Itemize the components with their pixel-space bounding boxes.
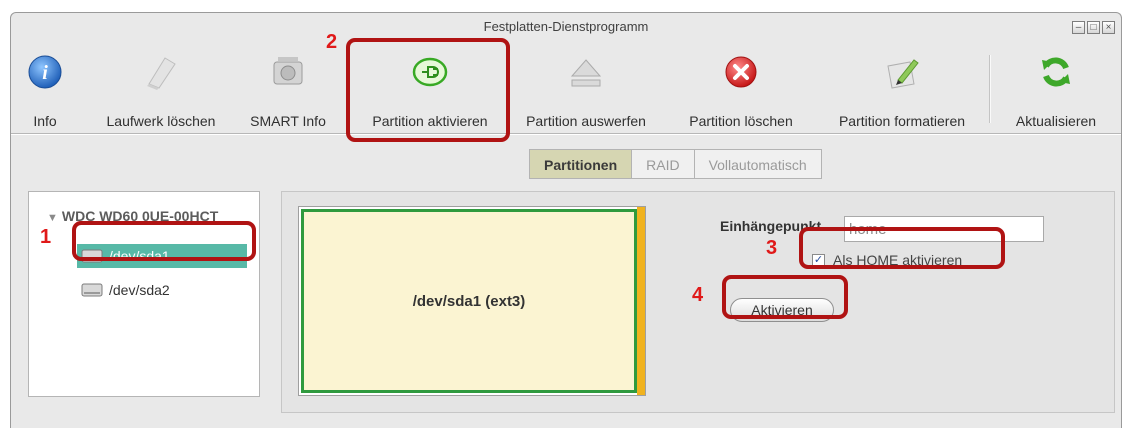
toolbar-label: Aktualisieren — [1015, 113, 1097, 129]
highlight-box-step2 — [346, 38, 510, 142]
toolbar-refresh-button[interactable]: Aktualisieren — [997, 41, 1115, 133]
info-icon: i — [26, 53, 64, 91]
toolbar-delete-partition-button[interactable]: Partition löschen — [669, 41, 813, 133]
main-panel: Partitionen RAID Vollautomatisch ▼ WDC WD… — [11, 134, 1121, 435]
eject-icon — [567, 53, 605, 91]
tree-item-label: /dev/sda2 — [109, 282, 170, 298]
drive-check-icon — [269, 53, 307, 91]
toolbar-label: SMART Info — [250, 113, 326, 129]
eraser-icon — [142, 53, 180, 91]
tab-partitions[interactable]: Partitionen — [529, 149, 632, 179]
partition-map: /dev/sda1 (ext3) — [298, 206, 646, 396]
window-title: Festplatten-Dienstprogramm — [483, 19, 649, 34]
step-number-2: 2 — [326, 31, 338, 53]
app-window: Festplatten-Dienstprogramm – □ × i Info … — [10, 12, 1122, 428]
tab-raid[interactable]: RAID — [631, 149, 694, 179]
highlight-box-step3 — [799, 227, 1005, 269]
step-number-3: 3 — [766, 237, 778, 259]
window-controls: – □ × — [1072, 21, 1115, 35]
disk-icon — [81, 283, 103, 297]
toolbar-erase-drive-button[interactable]: Laufwerk löschen — [91, 41, 231, 133]
minimize-button[interactable]: – — [1072, 21, 1085, 34]
toolbar: i Info Laufwerk löschen SMART Info Parti… — [11, 41, 1121, 134]
close-window-button[interactable]: × — [1102, 21, 1115, 34]
partition-block-sda1[interactable]: /dev/sda1 (ext3) — [301, 209, 637, 393]
step-number-4: 4 — [692, 284, 704, 306]
highlight-box-step1 — [72, 221, 256, 261]
toolbar-label: Partition auswerfen — [526, 113, 646, 129]
toolbar-smart-info-button[interactable]: SMART Info — [243, 41, 333, 133]
toolbar-label: Partition formatieren — [838, 113, 966, 129]
expand-triangle-icon[interactable]: ▼ — [47, 212, 58, 224]
pencil-paper-icon — [883, 53, 921, 91]
refresh-icon — [1037, 53, 1075, 91]
highlight-box-step4 — [722, 275, 848, 319]
toolbar-info-button[interactable]: i Info — [25, 41, 65, 133]
tab-automatic[interactable]: Vollautomatisch — [693, 149, 822, 179]
toolbar-label: Laufwerk löschen — [106, 113, 216, 129]
partition-block-sda2[interactable] — [637, 207, 645, 395]
maximize-button[interactable]: □ — [1087, 21, 1100, 34]
partition-label: /dev/sda1 (ext3) — [412, 292, 526, 310]
delete-icon — [722, 53, 760, 91]
toolbar-eject-partition-button[interactable]: Partition auswerfen — [505, 41, 667, 133]
toolbar-label: Info — [33, 113, 57, 129]
toolbar-label: Partition löschen — [689, 113, 793, 129]
tab-bar: Partitionen RAID Vollautomatisch — [529, 149, 822, 179]
toolbar-format-partition-button[interactable]: Partition formatieren — [817, 41, 987, 133]
toolbar-separator — [989, 55, 990, 123]
tree-item-sda2[interactable]: /dev/sda2 — [81, 278, 170, 302]
svg-text:i: i — [42, 62, 48, 84]
step-number-1: 1 — [40, 226, 52, 248]
